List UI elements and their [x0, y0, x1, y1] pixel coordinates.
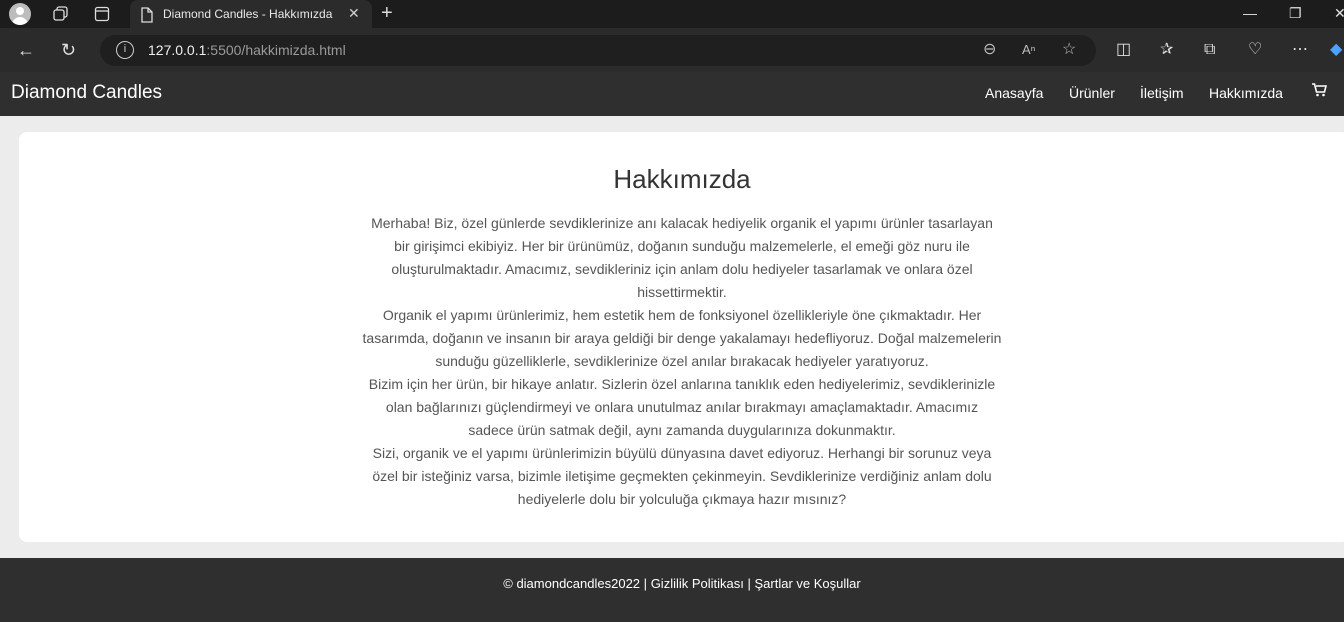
- copilot-icon[interactable]: ◆: [1330, 39, 1342, 61]
- collections-icon[interactable]: ⧉: [1204, 39, 1215, 61]
- back-icon[interactable]: ←: [17, 39, 35, 61]
- browser-address-bar: ← ↻ i 127.0.0.1:5500/hakkimizda.html ⊖ A…: [0, 28, 1344, 72]
- zoom-out-icon[interactable]: ⊖: [983, 40, 996, 60]
- about-title: Hakkımızda: [613, 164, 751, 194]
- footer-copyright: © diamondcandles2022: [503, 576, 641, 591]
- page-icon: [137, 5, 157, 25]
- tab-close-icon[interactable]: ✕: [348, 5, 360, 22]
- active-tab[interactable]: Diamond Candles - Hakkımızda ✕: [130, 0, 372, 28]
- new-tab-icon[interactable]: +: [381, 2, 393, 24]
- about-card: Hakkımızda Merhaba! Biz, özel günlerde s…: [19, 132, 1344, 542]
- nav-link-urunler[interactable]: Ürünler: [1069, 85, 1115, 101]
- nav-link-anasayfa[interactable]: Anasayfa: [985, 85, 1043, 101]
- web-page: Diamond Candles Anasayfa Ürünler İletişi…: [0, 72, 1344, 622]
- minimize-icon[interactable]: —: [1243, 3, 1257, 23]
- site-brand[interactable]: Diamond Candles: [11, 82, 162, 104]
- cart-icon[interactable]: [1312, 83, 1328, 101]
- about-text: Merhaba! Biz, özel günlerde sevdiklerini…: [362, 212, 1002, 511]
- tab-title: Diamond Candles - Hakkımızda: [163, 7, 333, 21]
- footer-terms-link[interactable]: Şartlar ve Koşullar: [755, 576, 861, 591]
- split-screen-icon[interactable]: ◫: [1116, 39, 1131, 61]
- about-paragraph: Sizi, organik ve el yapımı ürünlerimizin…: [372, 445, 992, 507]
- refresh-icon[interactable]: ↻: [61, 39, 76, 61]
- url-box[interactable]: i 127.0.0.1:5500/hakkimizda.html ⊖ Aⁿ ☆: [100, 35, 1096, 66]
- profile-avatar-icon[interactable]: [9, 3, 31, 25]
- workspaces-icon[interactable]: [51, 4, 71, 24]
- favorites-icon[interactable]: ✰: [1160, 39, 1173, 61]
- about-paragraph: Organik el yapımı ürünlerimiz, hem estet…: [362, 307, 1002, 369]
- site-footer: © diamondcandles2022 | Gizlilik Politika…: [0, 558, 1344, 622]
- browser-tab-bar: Diamond Candles - Hakkımızda ✕ + — ❐ ✕: [0, 0, 1344, 28]
- restore-icon[interactable]: ❐: [1289, 3, 1302, 23]
- content-area: Hakkımızda Merhaba! Biz, özel günlerde s…: [3, 116, 1344, 558]
- vertical-tabs-icon[interactable]: [92, 4, 112, 24]
- about-paragraph: Bizim için her ürün, bir hikaye anlatır.…: [368, 376, 996, 438]
- site-info-icon[interactable]: i: [116, 41, 134, 59]
- browser-essentials-icon[interactable]: ♡: [1248, 39, 1262, 61]
- more-menu-icon[interactable]: ⋯: [1292, 39, 1308, 61]
- nav-link-iletisim[interactable]: İletişim: [1140, 85, 1184, 101]
- footer-text: © diamondcandles2022 | Gizlilik Politika…: [503, 576, 861, 591]
- nav-link-hakkimizda[interactable]: Hakkımızda: [1209, 85, 1283, 101]
- close-window-icon[interactable]: ✕: [1334, 3, 1344, 23]
- read-aloud-icon[interactable]: Aⁿ: [1022, 40, 1035, 60]
- favorite-star-icon[interactable]: ☆: [1062, 40, 1076, 60]
- about-paragraph: Merhaba! Biz, özel günlerde sevdiklerini…: [371, 215, 993, 300]
- footer-privacy-link[interactable]: Gizlilik Politikası: [651, 576, 744, 591]
- url-text[interactable]: 127.0.0.1:5500/hakkimizda.html: [148, 42, 346, 58]
- site-navbar: Diamond Candles Anasayfa Ürünler İletişi…: [0, 72, 1344, 116]
